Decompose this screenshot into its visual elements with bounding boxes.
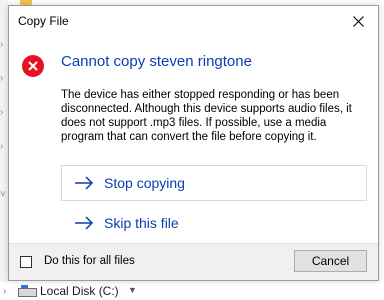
apply-to-all-label[interactable]: Do this for all files	[44, 255, 135, 267]
dialog-footer: Do this for all files Cancel	[9, 243, 378, 280]
copy-file-dialog: Copy File Cannot copy steven ringtone Th…	[8, 5, 379, 281]
stop-copying-label: Stop copying	[104, 175, 185, 191]
skip-file-option[interactable]: Skip this file	[61, 205, 367, 241]
chevron-down-icon: ▼	[128, 285, 137, 295]
arrow-right-icon	[75, 216, 94, 230]
chevron-right-icon[interactable]: ›	[0, 74, 3, 84]
drive-label[interactable]: Local Disk (C:)	[40, 284, 119, 298]
chevron-right-icon[interactable]: ›	[0, 40, 3, 50]
close-icon	[352, 15, 364, 27]
chevron-right-icon[interactable]: ›	[3, 286, 6, 297]
error-description: The device has either stopped responding…	[61, 89, 352, 143]
chevron-right-icon[interactable]: ›	[0, 142, 3, 152]
chevron-down-icon[interactable]: ˅	[0, 190, 6, 200]
apply-to-all-checkbox[interactable]	[20, 256, 32, 268]
close-button[interactable]	[338, 6, 378, 36]
skip-file-label: Skip this file	[104, 215, 179, 231]
cancel-button[interactable]: Cancel	[294, 250, 367, 272]
drive-icon	[18, 285, 37, 297]
chevron-right-icon[interactable]: ›	[0, 108, 3, 118]
explorer-tree-item-local-disk[interactable]: › Local Disk (C:) ▼	[0, 282, 384, 300]
error-heading: Cannot copy steven ringtone	[61, 53, 252, 70]
error-icon	[22, 55, 44, 77]
dialog-title: Copy File	[18, 14, 69, 28]
dialog-titlebar: Copy File	[9, 6, 378, 36]
arrow-right-icon	[75, 176, 94, 190]
stop-copying-option[interactable]: Stop copying	[61, 165, 367, 201]
